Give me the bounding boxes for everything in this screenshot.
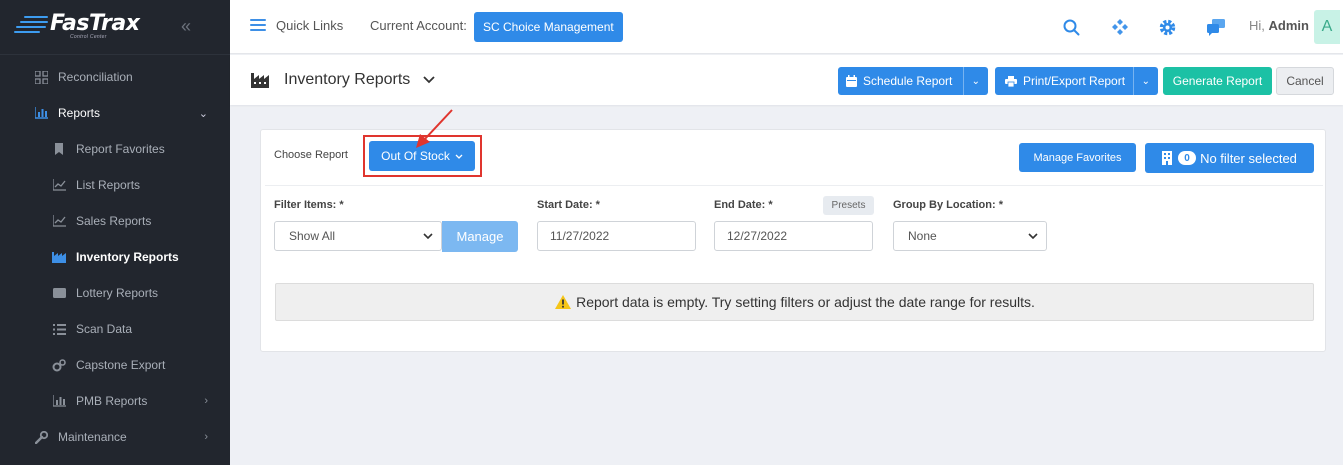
group-by-location-select[interactable]: None — [893, 221, 1047, 251]
search-icon[interactable] — [1061, 17, 1081, 37]
ticket-icon — [52, 286, 66, 300]
chevron-down-icon — [1028, 231, 1038, 242]
cogs-icon — [52, 358, 66, 372]
annotation-arrow — [416, 109, 453, 148]
brand-logo[interactable]: FasTrax — [14, 11, 140, 36]
sidebar-item-label: Sales Reports — [76, 214, 152, 228]
start-date-input[interactable]: 11/27/2022 — [537, 221, 696, 251]
end-date-label: End Date: * — [714, 199, 773, 211]
sidebar-item-label: Reconciliation — [58, 70, 133, 84]
line-chart-icon — [52, 178, 66, 192]
empty-report-alert: Report data is empty. Try setting filter… — [275, 283, 1314, 321]
chat-icon[interactable] — [1206, 17, 1226, 37]
sidebar-item-reports[interactable]: Reports ⌄ — [0, 95, 230, 131]
chevron-down-icon: ⌄ — [198, 107, 208, 120]
print-export-button[interactable]: Print/Export Report ⌄ — [995, 67, 1158, 95]
sidebar-item-label: PMB Reports — [76, 394, 148, 408]
page-header: Inventory Reports Schedule Report ⌄ Prin… — [230, 55, 1343, 105]
sidebar-divider — [0, 54, 230, 55]
quick-links-icon[interactable] — [250, 19, 266, 33]
chevron-right-icon: › — [204, 395, 208, 407]
cancel-button[interactable]: Cancel — [1276, 67, 1334, 95]
generate-report-button[interactable]: Generate Report — [1163, 67, 1272, 95]
schedule-report-button[interactable]: Schedule Report ⌄ — [838, 67, 988, 95]
list-icon — [52, 322, 66, 336]
sidebar-item-sales-reports[interactable]: Sales Reports — [0, 203, 230, 239]
bar-chart-icon — [34, 106, 48, 120]
logo-area: FasTrax Control Center « — [0, 0, 230, 54]
sidebar-item-report-favorites[interactable]: Report Favorites — [0, 131, 230, 167]
current-account-button[interactable]: SC Choice Management — [474, 12, 623, 42]
sidebar-item-label: Reports — [58, 106, 101, 120]
choose-report-label: Choose Report — [274, 149, 348, 161]
chevron-down-icon — [423, 231, 433, 242]
quick-links-link[interactable]: Quick Links — [276, 18, 343, 33]
alert-message: Report data is empty. Try setting filter… — [576, 294, 1035, 310]
sidebar-item-label: Lottery Reports — [76, 286, 159, 300]
warning-icon — [554, 294, 572, 310]
current-account-label: Current Account: — [370, 18, 467, 33]
sidebar-item-maintenance[interactable]: Maintenance › — [0, 419, 230, 455]
report-card: Choose Report Out Of Stock Manage Favori… — [260, 109, 1326, 352]
filter-toggle-button[interactable]: 0 No filter selected — [1145, 143, 1314, 173]
building-icon — [1162, 151, 1173, 165]
factory-icon — [251, 72, 271, 91]
filter-items-label: Filter Items: * — [274, 199, 344, 211]
sidebar-item-reconciliation[interactable]: Reconciliation — [0, 59, 230, 95]
end-date-input[interactable]: 12/27/2022 — [714, 221, 873, 251]
apps-icon[interactable] — [1110, 17, 1130, 37]
chevron-down-icon[interactable] — [423, 72, 435, 87]
sidebar-item-lottery-reports[interactable]: Lottery Reports — [0, 275, 230, 311]
sidebar-item-label: Capstone Export — [76, 358, 166, 372]
sidebar-item-label: Inventory Reports — [76, 250, 179, 264]
sidebar-item-scan-data[interactable]: Scan Data — [0, 311, 230, 347]
collapse-sidebar-icon[interactable]: « — [181, 16, 191, 37]
line-chart-icon — [52, 214, 66, 228]
avatar[interactable]: A — [1314, 10, 1340, 44]
factory-icon — [52, 250, 66, 264]
sidebar: FasTrax Control Center « Reconciliation … — [0, 0, 230, 465]
sidebar-item-label: Maintenance — [58, 430, 127, 444]
gear-icon[interactable] — [1157, 17, 1177, 37]
sidebar-item-label: Scan Data — [76, 322, 133, 336]
wrench-icon — [34, 430, 48, 444]
presets-button[interactable]: Presets — [823, 196, 874, 215]
start-date-label: Start Date: * — [537, 199, 600, 211]
filter-count-badge: 0 — [1178, 151, 1197, 165]
page-title: Inventory Reports — [284, 71, 411, 88]
sidebar-item-label: Report Favorites — [76, 142, 165, 156]
printer-icon — [1005, 75, 1017, 87]
divider — [265, 185, 1323, 186]
chevron-down-icon[interactable]: ⌄ — [1132, 67, 1158, 95]
sidebar-item-list-reports[interactable]: List Reports — [0, 167, 230, 203]
top-header: Quick Links Current Account: SC Choice M… — [230, 0, 1343, 54]
sidebar-item-inventory-reports[interactable]: Inventory Reports — [0, 239, 230, 275]
brand-name: FasTrax — [50, 11, 140, 36]
sidebar-item-pmb-reports[interactable]: PMB Reports › — [0, 383, 230, 419]
chevron-down-icon[interactable]: ⌄ — [962, 67, 988, 95]
logo-stripes — [14, 16, 48, 36]
manage-button[interactable]: Manage — [442, 221, 518, 252]
grid-icon — [34, 70, 48, 84]
calendar-icon — [846, 75, 857, 87]
filter-items-select[interactable]: Show All — [274, 221, 442, 251]
sidebar-item-label: List Reports — [76, 178, 141, 192]
chevron-right-icon: › — [204, 431, 208, 443]
user-greeting[interactable]: Hi, Admin — [1249, 18, 1309, 33]
group-by-location-label: Group By Location: * — [893, 199, 1003, 211]
manage-favorites-button[interactable]: Manage Favorites — [1019, 143, 1136, 172]
bar-chart-icon — [52, 394, 66, 408]
sidebar-item-capstone-export[interactable]: Capstone Export — [0, 347, 230, 383]
brand-tagline: Control Center — [70, 34, 107, 40]
bookmark-icon — [52, 142, 66, 156]
